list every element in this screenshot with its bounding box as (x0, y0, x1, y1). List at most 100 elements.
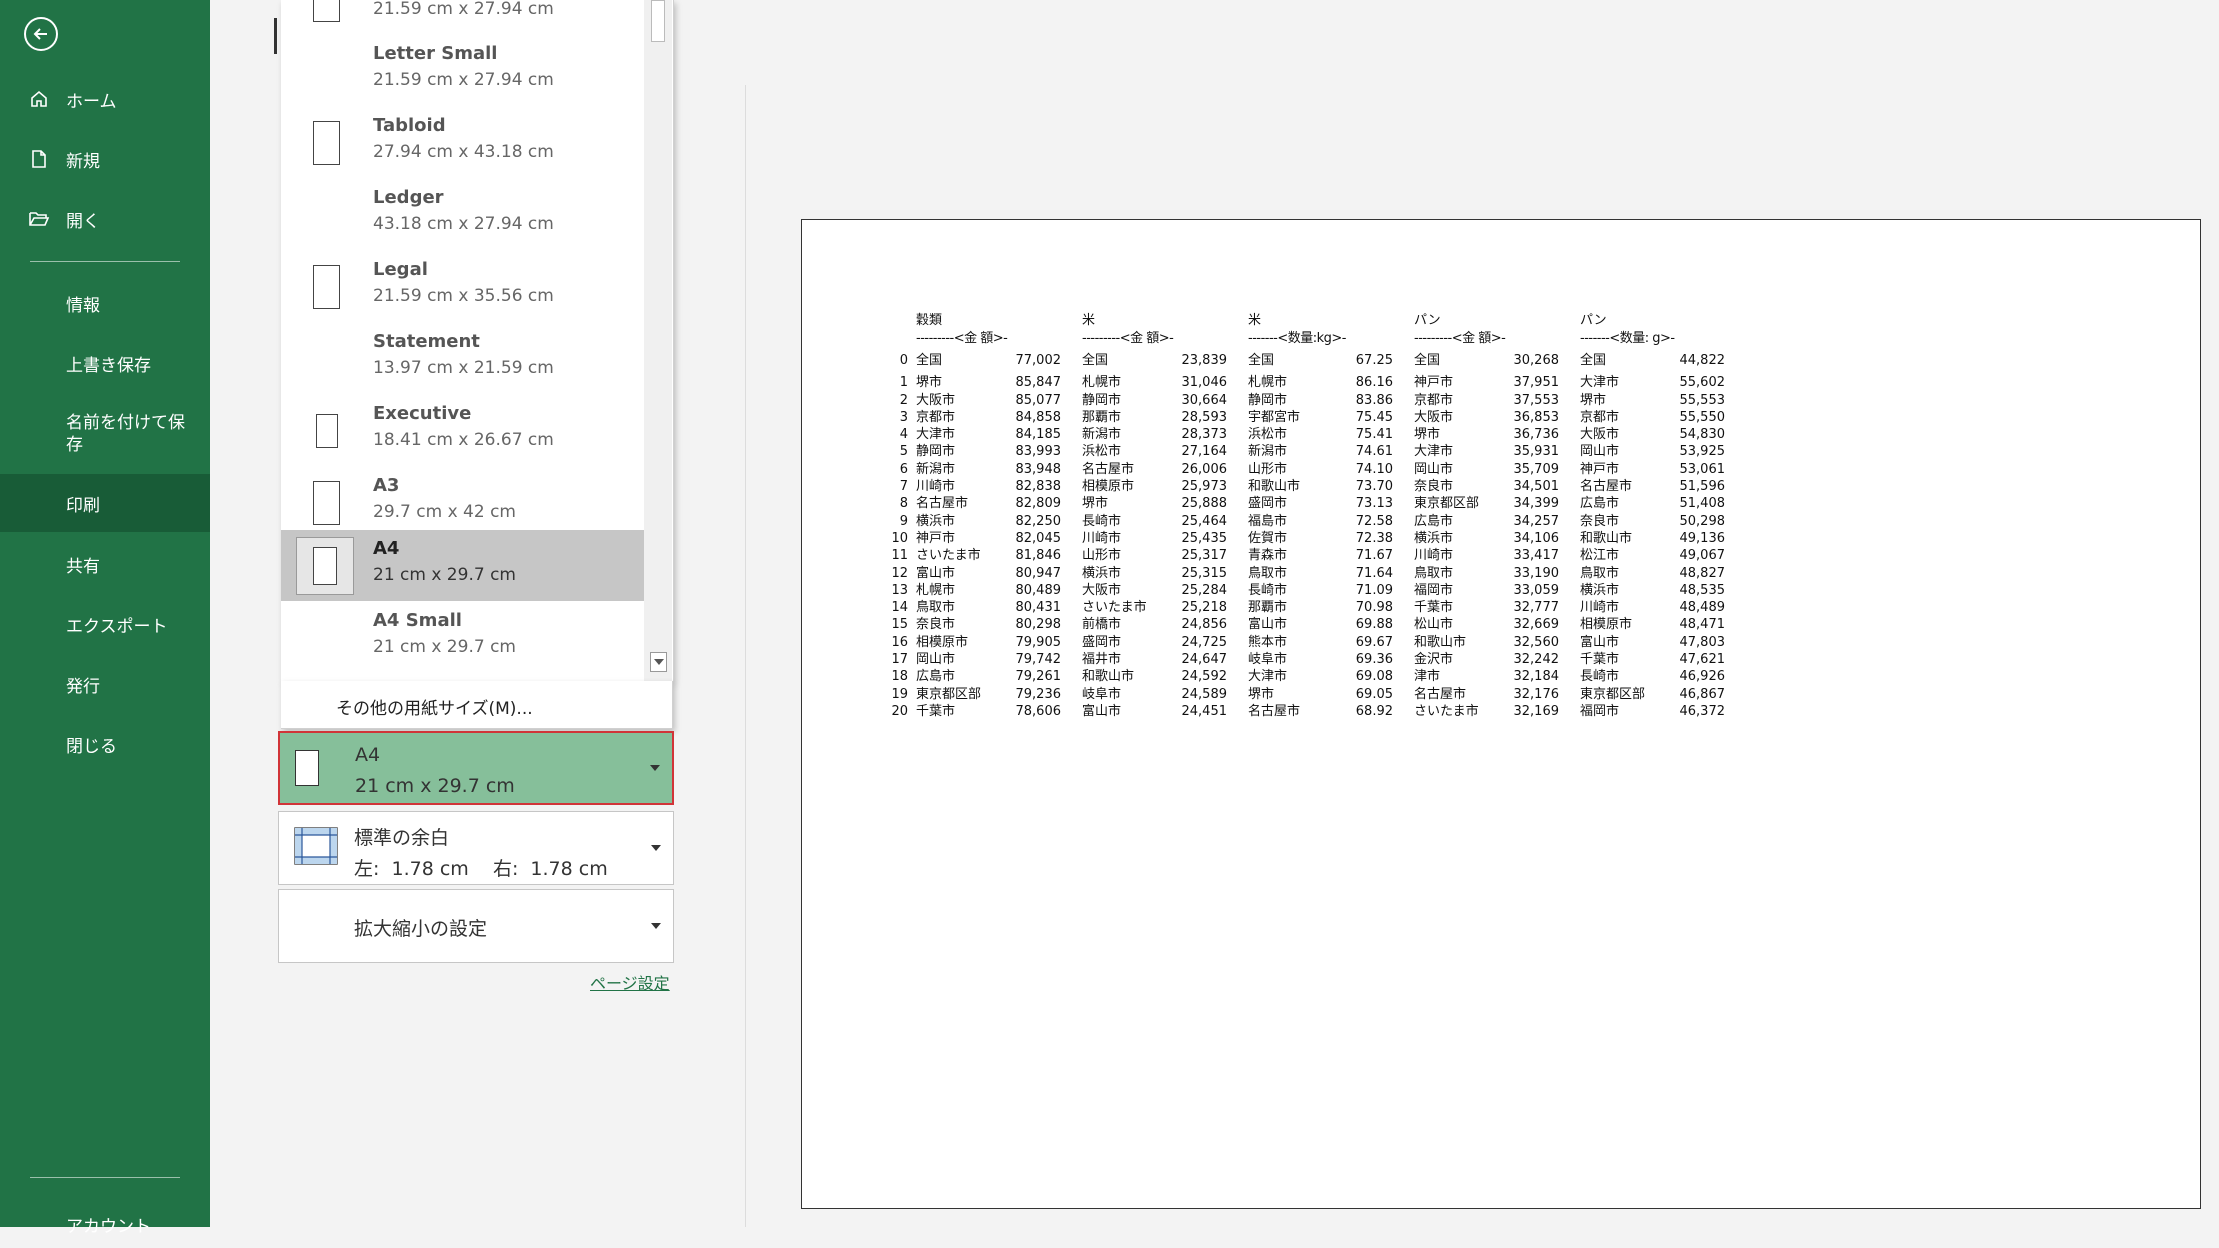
table-row: 堺市 25,888 (1082, 495, 1227, 512)
city-value: 70.98 (1355, 600, 1393, 616)
nav-save[interactable]: 上書き保存 (0, 339, 210, 387)
paper-size-list[interactable]: 21.59 cm x 27.94 cm Letter Small 21.59 c… (281, 0, 674, 682)
scaling-dropdown[interactable]: 拡大縮小の設定 (278, 889, 674, 963)
nav-info[interactable]: 情報 (0, 279, 210, 327)
city-name: 横浜市 (1082, 565, 1122, 581)
table-row: 静岡市 30,664 (1082, 392, 1227, 409)
nav-close[interactable]: 閉じる (0, 720, 210, 768)
paper-item-letter[interactable]: 21.59 cm x 27.94 cm (281, 0, 644, 35)
back-button[interactable] (24, 17, 58, 51)
nav-label: 閉じる (66, 736, 117, 757)
table-row: 札幌市 31,046 (1082, 374, 1227, 391)
table-row: 全国 44,822 (1580, 352, 1725, 369)
table-row: 富山市 24,451 (1082, 703, 1227, 720)
table-row: 神戸市 37,951 (1414, 374, 1559, 391)
paper-dims: 21 cm x 29.7 cm (373, 565, 516, 585)
more-paper-sizes-label: その他の用紙サイズ(M)... (336, 699, 533, 719)
paper-item-a4-small[interactable]: A4 Small 21 cm x 29.7 cm (281, 602, 644, 673)
paper-dims: 13.97 cm x 21.59 cm (373, 358, 554, 378)
city-name: 神戸市 (916, 530, 956, 546)
city-value: 80,947 (1015, 565, 1062, 581)
nav-home[interactable]: ホーム (0, 75, 210, 123)
city-name: 川崎市 (1580, 600, 1620, 616)
city-value: 53,925 (1679, 444, 1726, 460)
row-index: 17 (891, 652, 908, 668)
paper-dims: 21.59 cm x 27.94 cm (373, 0, 554, 19)
paper-item-statement[interactable]: Statement 13.97 cm x 21.59 cm (281, 323, 644, 394)
table-row: 福井市 24,647 (1082, 651, 1227, 668)
nav-account[interactable]: アカウント (0, 1200, 210, 1248)
city-name: 新潟市 (1248, 444, 1288, 460)
table-row: 大津市 84,185 (916, 426, 1061, 443)
paper-item-a4[interactable]: A4 21 cm x 29.7 cm (281, 530, 644, 601)
chevron-down-icon (651, 923, 661, 929)
city-name: 和歌山市 (1082, 669, 1135, 685)
column-header: 穀類 (916, 313, 943, 328)
city-name: 長崎市 (1248, 582, 1288, 598)
city-value: 49,136 (1679, 530, 1726, 546)
city-value: 32,176 (1513, 686, 1560, 702)
paper-item-executive[interactable]: Executive 18.41 cm x 26.67 cm (281, 395, 644, 466)
table-row: 千葉市 32,777 (1414, 599, 1559, 616)
city-name: 堺市 (1414, 427, 1441, 443)
preview-column: 米 -------<数量:kg>- 全国 67.25 札幌市 86.16 静岡市 83.86 宇… (1248, 312, 1393, 720)
city-name: 新潟市 (1082, 427, 1122, 443)
paper-name: A4 Small (373, 610, 462, 631)
city-name: 大津市 (1414, 444, 1454, 460)
city-name: 長崎市 (1082, 513, 1122, 529)
city-name: 横浜市 (1414, 530, 1454, 546)
nav-export[interactable]: エクスポート (0, 600, 210, 648)
city-value: 31,046 (1181, 375, 1228, 391)
margins-dropdown[interactable]: 標準の余白 左: 1.78 cm 右: 1.78 cm (278, 811, 674, 885)
column-subheader: ---------<金 額>- (1414, 331, 1506, 346)
city-name: 富山市 (1082, 703, 1122, 719)
table-row: 長崎市 46,926 (1580, 668, 1725, 685)
paper-item-ledger[interactable]: Ledger 43.18 cm x 27.94 cm (281, 179, 644, 250)
city-value: 34,106 (1513, 530, 1560, 546)
table-row: 福島市 72.58 (1248, 513, 1393, 530)
nav-new[interactable]: 新規 (0, 135, 210, 183)
city-value: 71.67 (1355, 548, 1393, 564)
row-index: 19 (891, 686, 908, 702)
paper-item-legal[interactable]: Legal 21.59 cm x 35.56 cm (281, 251, 644, 322)
nav-share[interactable]: 共有 (0, 540, 210, 588)
city-name: 岡山市 (1580, 444, 1620, 460)
paper-dims: 27.94 cm x 43.18 cm (373, 142, 554, 162)
paper-item-letter-small[interactable]: Letter Small 21.59 cm x 27.94 cm (281, 35, 644, 106)
paper-item-tabloid[interactable]: Tabloid 27.94 cm x 43.18 cm (281, 107, 644, 178)
city-value: 32,560 (1513, 634, 1560, 650)
paper-portrait-icon (295, 750, 319, 786)
paper-size-dropdown[interactable]: A4 21 cm x 29.7 cm (278, 731, 674, 805)
nav-print[interactable]: 印刷 (0, 474, 210, 532)
nav-publish[interactable]: 発行 (0, 660, 210, 708)
scroll-thumb[interactable] (651, 0, 665, 42)
city-name: 大阪市 (1414, 409, 1454, 425)
city-name: 大阪市 (1082, 582, 1122, 598)
nav-label: 名前を付けて保存 (66, 413, 185, 455)
city-value: 79,905 (1015, 634, 1062, 650)
page-setup-link[interactable]: ページ設定 (590, 970, 670, 994)
city-value: 36,853 (1513, 409, 1560, 425)
nav-label: 共有 (66, 556, 100, 577)
city-name: 全国 (1082, 353, 1109, 368)
city-value: 30,268 (1513, 353, 1560, 368)
table-row: 那覇市 28,593 (1082, 409, 1227, 426)
city-value: 80,489 (1015, 582, 1062, 598)
row-index: 7 (899, 479, 908, 495)
paper-list-scrollbar[interactable] (644, 0, 672, 681)
nav-save-as[interactable]: 名前を付けて保存 (0, 403, 210, 465)
table-row: 新潟市 83,948 (916, 461, 1061, 478)
city-value: 67.25 (1355, 353, 1393, 368)
table-row: 名古屋市 26,006 (1082, 461, 1227, 478)
table-row: 和歌山市 73.70 (1248, 478, 1393, 495)
table-row: 鳥取市 71.64 (1248, 565, 1393, 582)
city-value: 25,315 (1181, 565, 1228, 581)
nav-label: 情報 (66, 295, 100, 316)
table-row: 金沢市 32,242 (1414, 651, 1559, 668)
table-row: 長崎市 25,464 (1082, 513, 1227, 530)
more-paper-sizes-button[interactable]: その他の用紙サイズ(M)... (281, 681, 673, 729)
scroll-down-button[interactable] (650, 652, 667, 672)
table-row: 広島市 79,261 (916, 668, 1061, 685)
nav-open[interactable]: 開く (0, 195, 210, 243)
paper-item-a3[interactable]: A3 29.7 cm x 42 cm (281, 467, 644, 538)
